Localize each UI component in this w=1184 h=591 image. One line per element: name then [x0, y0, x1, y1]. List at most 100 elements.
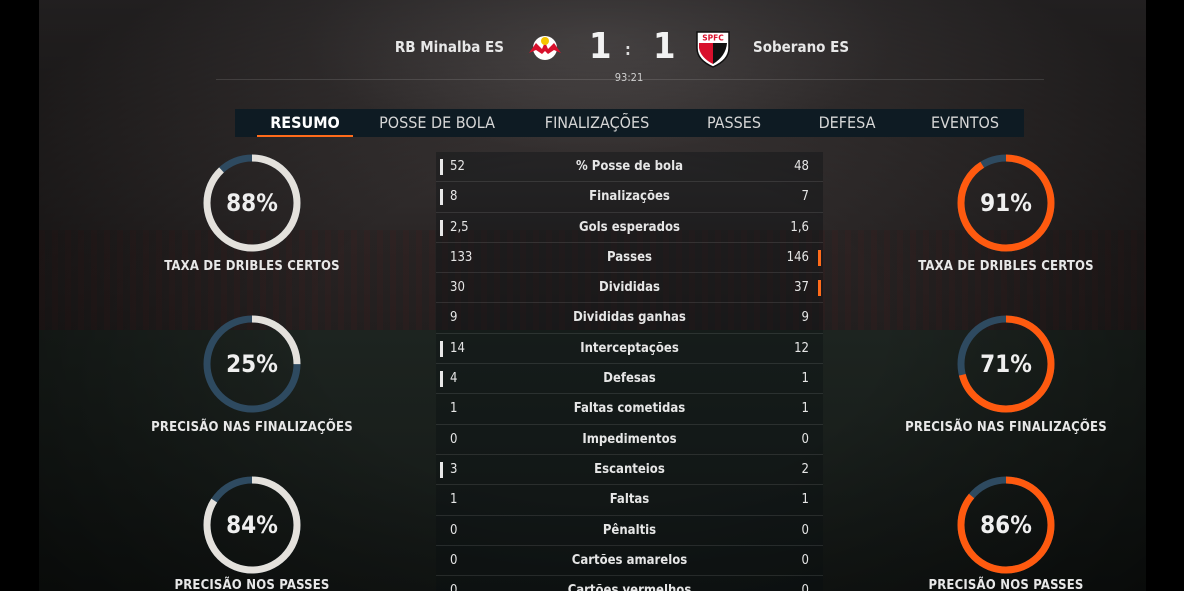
away-shot-accuracy-ring: 71%	[956, 314, 1056, 414]
stat-name: Pênaltis	[602, 522, 657, 538]
stats-table: 52 % Posse de bola 48 8 Finalizações 7 2,5 Gols…	[436, 152, 823, 591]
away-shot-accuracy-label: PRECISÃO NAS FINALIZAÇÕES	[905, 420, 1107, 435]
away-dribble-pct: 91%	[980, 189, 1032, 217]
stat-home-value: 30	[450, 280, 465, 296]
away-dribble-label: TAXA DE DRIBLES CERTOS	[918, 259, 1094, 274]
stats-tab-bar: RESUMO POSSE DE BOLA FINALIZAÇÕES PASSES…	[235, 109, 1024, 137]
stat-home-value: 0	[450, 522, 458, 538]
home-team-crest-icon	[526, 33, 564, 63]
stat-home-value: 0	[450, 583, 458, 591]
stat-row: 133 Passes 146	[436, 242, 823, 274]
stat-name: Interceptações	[580, 340, 679, 356]
stat-row: 9 Divididas ganhas 9	[436, 303, 823, 334]
stat-name: Impedimentos	[582, 431, 677, 447]
stat-away-value: 37	[794, 280, 809, 296]
stat-away-value: 1	[801, 401, 809, 417]
stat-home-value: 133	[450, 249, 473, 265]
stat-away-value: 0	[801, 552, 809, 568]
home-leader-marker	[440, 340, 443, 357]
stat-away-value: 0	[801, 431, 809, 447]
away-shot-accuracy-pct: 71%	[980, 350, 1032, 378]
stat-away-value: 1	[801, 492, 809, 508]
stat-away-value: 1,6	[790, 219, 809, 235]
stat-row: 0 Impedimentos 0	[436, 424, 823, 455]
away-crest-text: SPFC	[702, 34, 724, 43]
away-leader-marker	[818, 280, 821, 297]
home-shot-accuracy-label: PRECISÃO NAS FINALIZAÇÕES	[151, 420, 353, 435]
stat-row: 1 Faltas 1	[436, 485, 823, 516]
stat-name: Gols esperados	[579, 219, 680, 235]
stat-row: 8 Finalizações 7	[436, 182, 823, 213]
tab-resumo[interactable]: RESUMO	[257, 109, 353, 137]
stat-name: Passes	[607, 249, 652, 265]
away-leader-marker	[818, 249, 821, 266]
stat-name: Divididas	[599, 280, 660, 296]
match-stats-screen: RB Minalba ES 1 : 1 SPFC Soberano ES 93:…	[39, 0, 1146, 591]
stat-home-value: 14	[450, 340, 465, 356]
home-team-name: RB Minalba ES	[394, 38, 504, 56]
stat-row: 1 Faltas cometidas 1	[436, 394, 823, 425]
home-score: 1	[589, 26, 612, 67]
stat-home-value: 1	[450, 401, 458, 417]
tab-finalizacoes[interactable]: FINALIZAÇÕES	[541, 109, 653, 137]
stat-home-value: 9	[450, 310, 458, 326]
home-pass-accuracy-label: PRECISÃO NOS PASSES	[174, 578, 330, 591]
stat-row: 0 Cartões amarelos 0	[436, 545, 823, 577]
away-pass-accuracy-label: PRECISÃO NOS PASSES	[928, 578, 1084, 591]
home-leader-marker	[440, 159, 443, 175]
away-score: 1	[653, 26, 676, 67]
stat-home-value: 3	[450, 461, 458, 477]
stat-away-value: 0	[801, 583, 809, 591]
tab-defesa[interactable]: DEFESA	[815, 109, 879, 137]
home-pass-accuracy-pct: 84%	[226, 511, 278, 539]
stat-home-value: 52	[450, 159, 465, 174]
score-separator: :	[625, 40, 631, 59]
stat-home-value: 0	[450, 552, 458, 568]
stat-name: Faltas	[609, 492, 650, 508]
stat-name: Finalizações	[589, 189, 670, 205]
home-shot-accuracy-ring: 25%	[202, 314, 302, 414]
home-shot-accuracy-pct: 25%	[226, 350, 278, 378]
stat-home-value: 4	[450, 371, 458, 387]
stat-away-value: 12	[794, 340, 809, 356]
stat-row: 3 Escanteios 2	[436, 454, 823, 486]
stat-row: 0 Cartões vermelhos 0	[436, 576, 823, 591]
stat-row: 30 Divididas 37	[436, 273, 823, 304]
away-pass-accuracy-pct: 86%	[980, 511, 1032, 539]
home-leader-marker	[440, 371, 443, 388]
tab-eventos[interactable]: EVENTOS	[925, 109, 1005, 137]
stat-away-value: 146	[786, 249, 809, 265]
stat-away-value: 2	[801, 461, 809, 477]
stat-away-value: 0	[801, 522, 809, 538]
stat-away-value: 1	[801, 371, 809, 387]
stat-away-value: 9	[801, 310, 809, 326]
stat-name: Cartões amarelos	[571, 552, 688, 568]
home-dribble-pct: 88%	[226, 189, 278, 217]
stat-home-value: 2,5	[450, 219, 469, 235]
stat-row: 4 Defesas 1	[436, 364, 823, 395]
stat-row: 0 Pênaltis 0	[436, 515, 823, 546]
stat-away-value: 48	[794, 159, 809, 174]
stat-name: Escanteios	[594, 461, 665, 477]
home-pass-accuracy-ring: 84%	[202, 475, 302, 575]
tab-passes[interactable]: PASSES	[699, 109, 769, 137]
stat-name: % Posse de bola	[575, 159, 683, 174]
home-leader-marker	[440, 189, 443, 206]
match-clock: 93:21	[614, 71, 644, 84]
home-dribble-ring: 88%	[202, 153, 302, 253]
stat-home-value: 8	[450, 189, 458, 205]
tab-posse-de-bola[interactable]: POSSE DE BOLA	[377, 109, 497, 137]
stat-name: Divididas ganhas	[573, 310, 686, 326]
away-dribble-ring: 91%	[956, 153, 1056, 253]
away-team-name: Soberano ES	[753, 38, 850, 56]
stat-name: Faltas cometidas	[573, 401, 686, 417]
stat-row: 52 % Posse de bola 48	[436, 152, 823, 183]
stat-away-value: 7	[801, 189, 809, 205]
stat-home-value: 0	[450, 431, 458, 447]
stat-name: Cartões vermelhos	[567, 583, 692, 591]
stat-row: 2,5 Gols esperados 1,6	[436, 212, 823, 243]
away-team-crest-icon: SPFC	[695, 30, 731, 68]
home-leader-marker	[440, 461, 443, 478]
home-leader-marker	[440, 219, 443, 236]
home-dribble-label: TAXA DE DRIBLES CERTOS	[164, 259, 340, 274]
